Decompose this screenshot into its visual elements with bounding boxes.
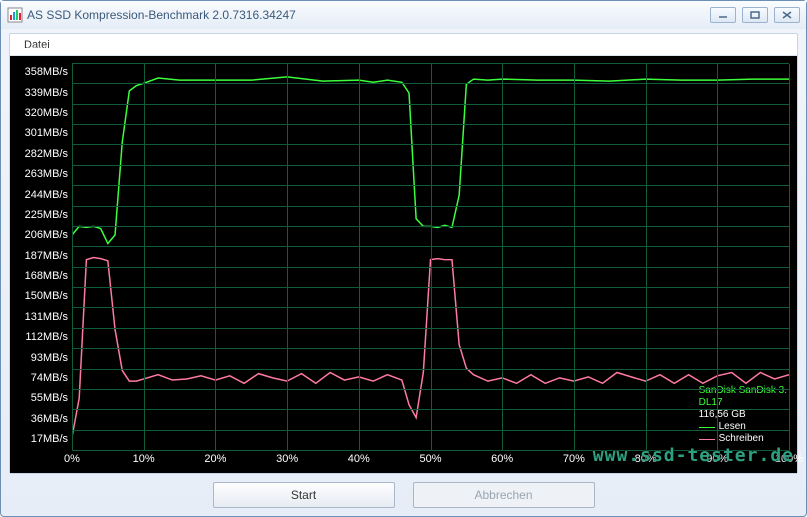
- y-tick-label: 358MB/s: [25, 66, 68, 78]
- y-tick-label: 206MB/s: [25, 229, 68, 241]
- x-tick-label: 10%: [133, 453, 155, 465]
- y-tick-label: 36MB/s: [31, 413, 68, 425]
- y-tick-label: 339MB/s: [25, 87, 68, 99]
- app-icon: [7, 7, 23, 23]
- legend-capacity: 116,56 GB: [699, 409, 787, 421]
- legend: SanDisk SanDisk 3. DL17 116,56 GB Lesen …: [699, 385, 787, 445]
- y-tick-label: 131MB/s: [25, 311, 68, 323]
- y-tick-label: 225MB/s: [25, 209, 68, 221]
- y-tick-label: 377MB/s: [25, 46, 68, 58]
- legend-read-line: [699, 427, 715, 428]
- start-button[interactable]: Start: [213, 482, 395, 508]
- window-title: AS SSD Kompression-Benchmark 2.0.7316.34…: [27, 8, 710, 22]
- window-controls: [710, 7, 800, 23]
- y-tick-label: 55MB/s: [31, 392, 68, 404]
- y-tick-label: 112MB/s: [25, 331, 68, 343]
- button-row: Start Abbrechen: [1, 482, 806, 508]
- chart-area: 17MB/s 36MB/s 55MB/s 74MB/s 93MB/s 112MB/s 131…: [10, 56, 797, 473]
- x-tick-label: 20%: [204, 453, 226, 465]
- legend-write-line: [699, 439, 715, 440]
- y-tick-label: 187MB/s: [25, 250, 68, 262]
- y-tick-label: 263MB/s: [25, 168, 68, 180]
- y-tick-label: 17MB/s: [31, 433, 68, 445]
- app-window: AS SSD Kompression-Benchmark 2.0.7316.34…: [0, 0, 807, 517]
- y-tick-label: 320MB/s: [25, 107, 68, 119]
- minimize-button[interactable]: [710, 7, 736, 23]
- watermark: www.ssd-tester.de: [593, 445, 794, 466]
- titlebar: AS SSD Kompression-Benchmark 2.0.7316.34…: [1, 1, 806, 29]
- x-tick-label: 0%: [64, 453, 80, 465]
- plot-area: SanDisk SanDisk 3. DL17 116,56 GB Lesen …: [72, 64, 789, 451]
- x-tick-label: 50%: [419, 453, 441, 465]
- maximize-button[interactable]: [742, 7, 768, 23]
- menu-bar: Datei: [10, 34, 797, 56]
- legend-device: SanDisk SanDisk 3.: [699, 385, 787, 397]
- y-tick-label: 282MB/s: [25, 148, 68, 160]
- legend-write: Schreiben: [699, 433, 787, 445]
- x-tick-label: 70%: [563, 453, 585, 465]
- y-tick-label: 301MB/s: [25, 127, 68, 139]
- legend-read: Lesen: [699, 421, 787, 433]
- y-tick-label: 150MB/s: [25, 290, 68, 302]
- legend-firmware: DL17: [699, 397, 787, 409]
- close-button[interactable]: [774, 7, 800, 23]
- y-tick-label: 244MB/s: [25, 189, 68, 201]
- legend-write-label: Schreiben: [719, 433, 764, 445]
- x-tick-label: 40%: [348, 453, 370, 465]
- y-tick-label: 74MB/s: [31, 372, 68, 384]
- y-axis-labels: 17MB/s 36MB/s 55MB/s 74MB/s 93MB/s 112MB/s 131…: [10, 64, 70, 451]
- y-tick-label: 93MB/s: [31, 352, 68, 364]
- y-tick-label: 168MB/s: [25, 270, 68, 282]
- x-tick-label: 60%: [491, 453, 513, 465]
- x-tick-label: 30%: [276, 453, 298, 465]
- legend-read-label: Lesen: [719, 421, 746, 433]
- cancel-button: Abbrechen: [413, 482, 595, 508]
- client-area: Datei 17MB/s 36MB/s 55MB/s 74MB/s 93MB/s 112M…: [9, 33, 798, 474]
